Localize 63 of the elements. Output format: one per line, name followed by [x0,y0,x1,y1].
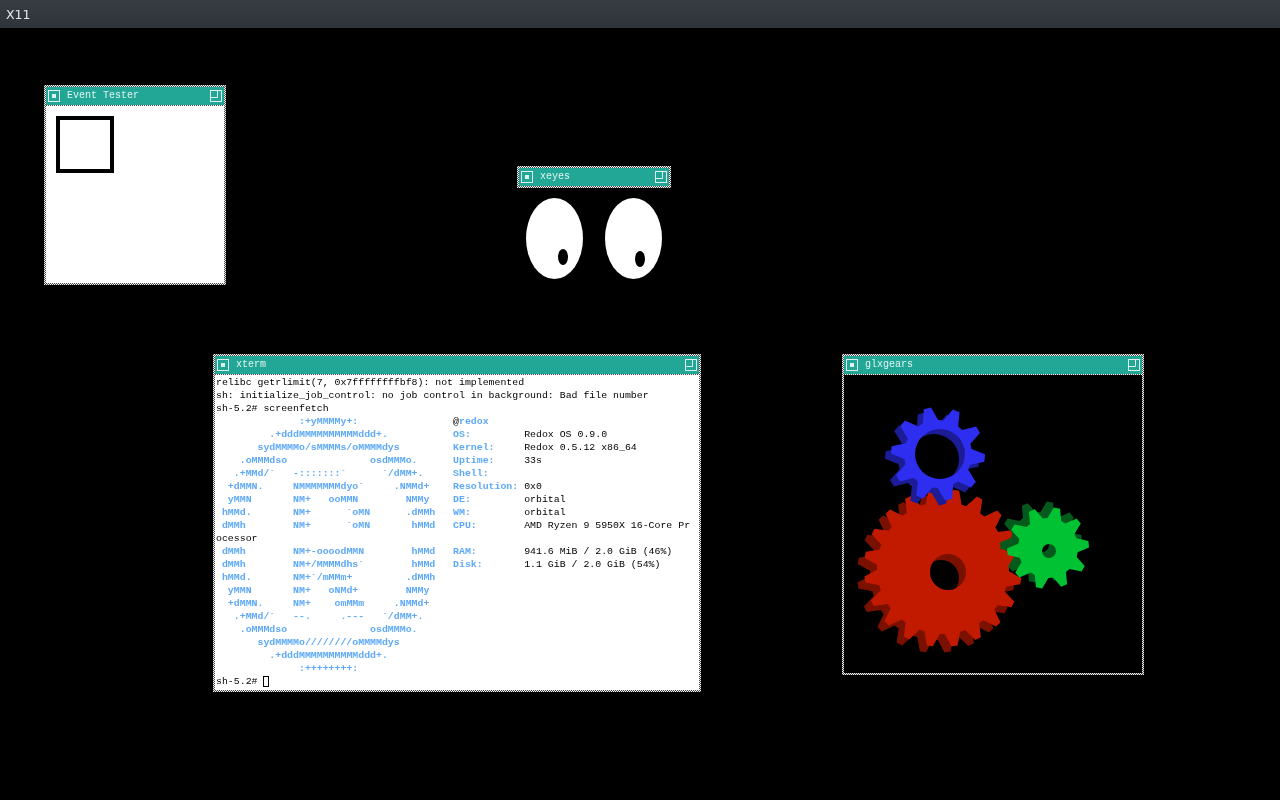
ascii-logo-line: hMMd. NM+ `oMN .dMMh [221,506,436,519]
window-menu-icon[interactable] [521,171,533,183]
text-cursor-icon [263,676,270,687]
ascii-logo-line: yMMN NM+ oNMd+ NMMy [227,584,430,597]
info-label: Kernel: [453,441,495,454]
ascii-logo-line: .+dddMMMMMMMMMMddd+. [269,428,388,441]
ascii-logo-line: +dMMN. NM+ omMMm .NMMd+ [227,597,430,610]
window-title: xterm [236,359,267,371]
ascii-logo-line: +dMMN. NMMMMMMMdyo` .NMMd+ [227,480,430,493]
shell-prompt: sh-5.2# [216,675,258,688]
info-label: CPU: [453,519,477,532]
terminal-line: sh-5.2# screenfetch [216,402,329,415]
info-label: Uptime: [453,454,495,467]
ascii-logo-line: :+yMMMMy+: [298,415,359,428]
ascii-logo-line: sydMMMMo/sMMMMs/oMMMMdys [257,441,400,454]
ascii-logo-line: .+dddMMMMMMMMMMddd+. [269,649,388,662]
ascii-logo-line: .+MMd/` -:::::::` `/dMM+. [233,467,424,480]
ascii-logo-line: hMMd. NM+`/mMMm+ .dMMh [221,571,436,584]
ascii-logo-line: :++++++++: [298,662,359,675]
window-menu-icon[interactable] [48,90,60,102]
info-value: Redox 0.5.12 x86_64 [524,441,637,454]
info-label: Disk: [453,558,483,571]
info-label: OS: [453,428,471,441]
info-label: WM: [453,506,471,519]
info-label: Shell: [453,467,489,480]
info-value: AMD Ryzen 9 5950X 16-Core Pr [524,519,691,532]
title-bar[interactable]: xterm [215,356,699,374]
terminal-line: ocessor [216,532,258,545]
maximize-icon[interactable] [685,359,697,371]
window-title: xeyes [540,171,571,183]
info-value: orbital [524,506,566,519]
window-menu-icon[interactable] [217,359,229,371]
info-value: orbital [524,493,566,506]
info-value: Redox OS 0.9.0 [524,428,608,441]
info-value: 33s [524,454,542,467]
maximize-icon[interactable] [1128,359,1140,371]
info-label: Resolution: [453,480,519,493]
info-value: 941.6 MiB / 2.0 GiB (46%) [524,545,673,558]
maximize-icon[interactable] [655,171,667,183]
info-value: 1.1 GiB / 2.0 GiB (54%) [524,558,661,571]
title-bar[interactable]: xeyes [519,168,669,186]
title-bar[interactable]: Event Tester [46,87,224,105]
info-value: 0x0 [524,480,542,493]
ascii-logo-line: yMMN NM+ ooMMN NMMy [227,493,430,506]
window-menu-icon[interactable] [846,359,858,371]
info-label: RAM: [453,545,477,558]
ascii-logo-line: sydMMMMo////////oMMMMdys [257,636,400,649]
window-title: Event Tester [67,90,140,102]
ascii-logo-line: .+MMd/` --. .--- `/dMM+. [233,610,424,623]
ascii-logo-line: .oMMMdso osdMMMo. [239,623,418,636]
ascii-logo-line: dMMh NM+-oooodMMN hMMd [221,545,436,558]
maximize-icon[interactable] [210,90,222,102]
terminal-line: relibc getrlimit(7, 0x7ffffffffbf8): not implemented [216,376,525,389]
ascii-logo-line: .oMMMdso osdMMMo. [239,454,418,467]
app-title: X11 [6,6,31,22]
window-title: glxgears [865,359,914,371]
host-name: @redox [453,415,489,428]
terminal-line: sh: initialize_job_control: no job control in background: Bad file number [216,389,649,402]
ascii-logo-line: dMMh NM+ `oMN hMMd [221,519,436,532]
ascii-logo-line: dMMh NM+/MMMMdhs` hMMd [221,558,436,571]
square-outline [56,116,114,173]
info-label: DE: [453,493,471,506]
title-bar[interactable]: glxgears [844,356,1142,374]
